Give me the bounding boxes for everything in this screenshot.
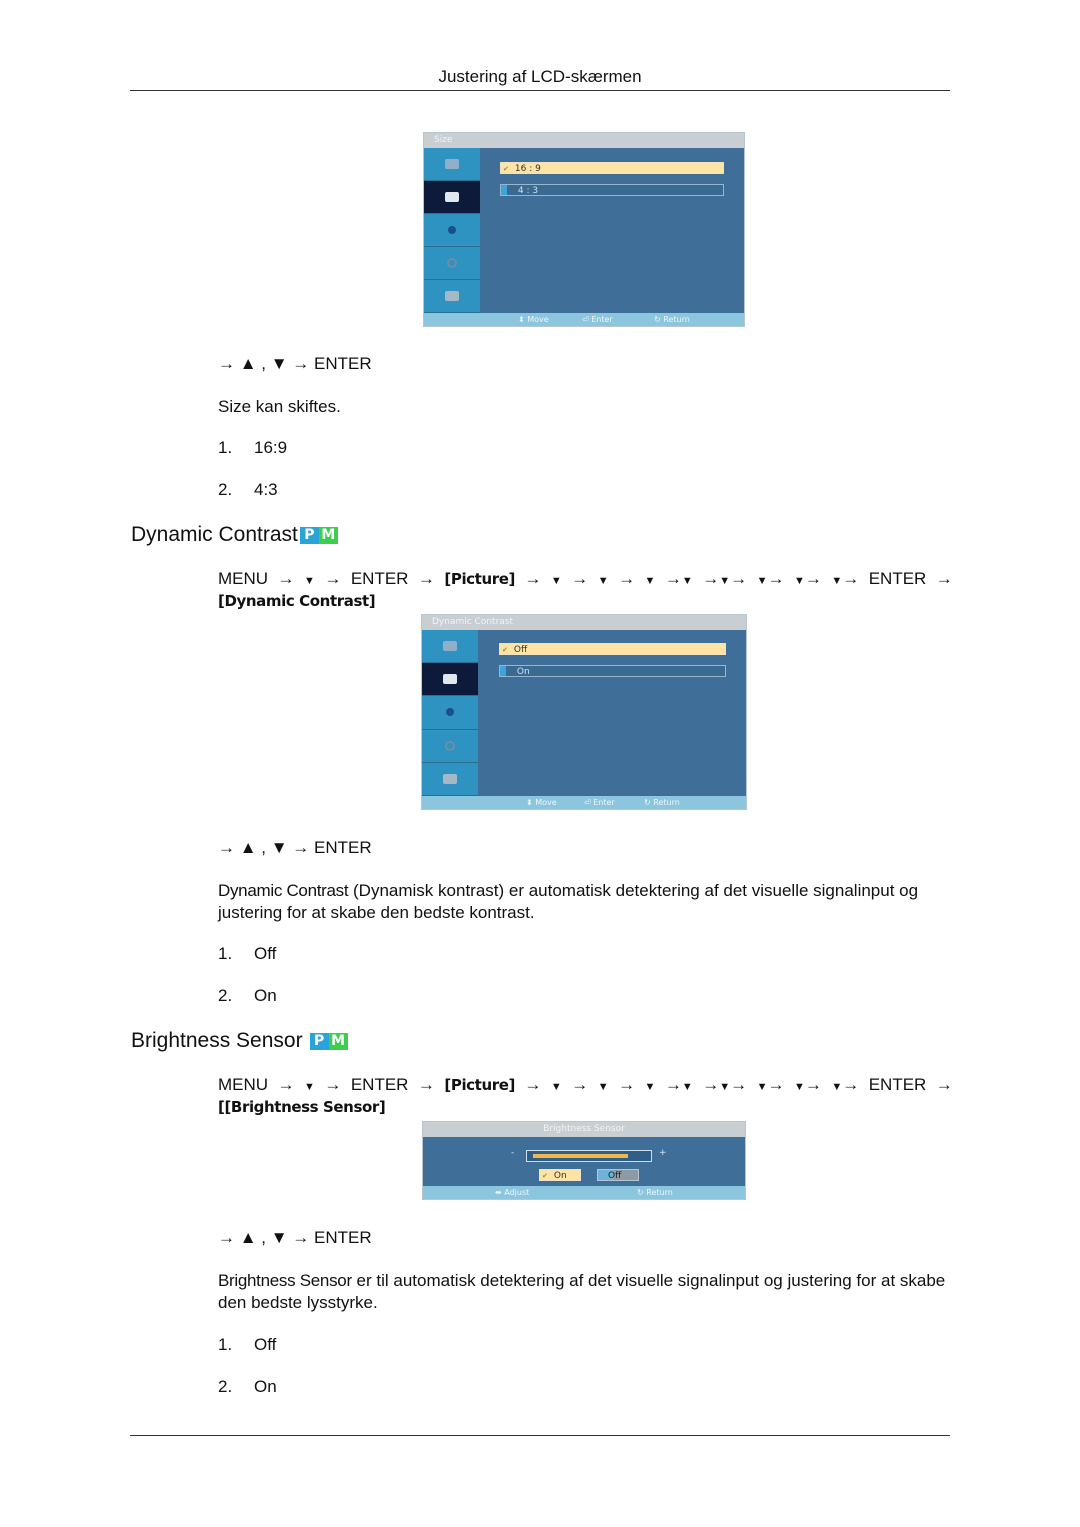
osd-option-16-9: ✔ 16 : 9: [500, 162, 724, 174]
input-icon: [422, 630, 478, 664]
size-nav-instruction: → ▲ , ▼ → ENTER: [218, 354, 372, 373]
osd-option-4-3: 4 : 3: [500, 184, 724, 196]
brightness-sensor-description: Brightness Sensor er til automatisk dete…: [218, 1271, 946, 1312]
osd-footer: ⬍ Move ⏎ Enter ↻ Return: [424, 313, 744, 326]
osd-footer: ⬌ Adjust ↻ Return: [423, 1186, 745, 1199]
osd-footer-move: ⬍ Move: [526, 798, 557, 807]
dynamic-contrast-description: Dynamic Contrast (Dynamisk kontrast) er …: [218, 881, 919, 922]
dynamic-contrast-heading: Dynamic Contrast PM: [131, 523, 338, 547]
osd-footer: ⬍ Move ⏎ Enter ↻ Return: [422, 796, 746, 809]
picture-icon: [422, 663, 478, 697]
size-osd-screenshot: Size ✔ 16 : 9 4 : 3 ⬍ Move ⏎ Enter ↻ Ret…: [423, 132, 745, 327]
size-list-item: 1. 16:9: [218, 438, 288, 457]
pm-mode-badge: PM: [309, 1032, 348, 1050]
input-icon: [424, 148, 480, 181]
brightness-level-bar: [526, 1150, 652, 1162]
osd-footer-return: ↻ Return: [644, 798, 680, 807]
setup-icon: [424, 247, 480, 280]
osd-footer-enter: ⏎ Enter: [584, 798, 615, 807]
dynamic-contrast-osd-screenshot: Dynamic Contrast ✔ Off On ⬍ Move ⏎ Enter…: [421, 614, 747, 810]
osd-footer-enter: ⏎ Enter: [582, 315, 613, 324]
brightness-sensor-list-item: 2. On: [218, 1377, 277, 1396]
osd-sidebar: [424, 148, 480, 313]
sound-icon: [422, 696, 478, 730]
dynamic-contrast-list-item: 1. Off: [218, 944, 277, 963]
osd-option-off: ✔ Off: [499, 643, 726, 655]
setup-icon: [422, 730, 478, 763]
brightness-sensor-list-item: 1. Off: [218, 1335, 277, 1354]
osd-title: Size: [424, 133, 744, 148]
picture-icon: [424, 181, 480, 214]
brightness-sensor-heading: Brightness Sensor PM: [131, 1029, 348, 1053]
osd-minus-label: -: [511, 1148, 515, 1158]
brightness-sensor-menu-path: MENU → ▼ → ENTER → [Picture] → ▼ → ▼ → ▼…: [218, 1075, 953, 1116]
dynamic-contrast-nav-instruction: → ▲ , ▼ → ENTER: [218, 838, 372, 857]
size-description: Size kan skiftes.: [218, 397, 341, 416]
osd-option-on: On: [499, 665, 726, 677]
osd-title: Dynamic Contrast: [422, 615, 746, 630]
brightness-sensor-nav-instruction: → ▲ , ▼ → ENTER: [218, 1228, 372, 1247]
dynamic-contrast-list-item: 2. On: [218, 986, 277, 1005]
osd-footer-return: ↻ Return: [637, 1188, 673, 1197]
osd-title: Brightness Sensor: [423, 1122, 745, 1137]
osd-button-on: ✔ On: [539, 1169, 581, 1181]
size-list-item: 2. 4:3: [218, 480, 278, 499]
osd-footer-return: ↻ Return: [654, 315, 690, 324]
header-divider: [130, 90, 950, 91]
check-icon: ✔: [503, 165, 509, 173]
brightness-level-fill: [533, 1154, 628, 1158]
page-header-title: Justering af LCD-skærmen: [438, 67, 642, 86]
osd-sidebar: [422, 630, 478, 796]
brightness-sensor-osd-screenshot: Brightness Sensor - + ✔ On Off ⬌ Adjust …: [422, 1121, 746, 1200]
dynamic-contrast-menu-path: MENU → ▼ → ENTER → [Picture] → ▼ → ▼ → ▼…: [218, 569, 953, 610]
osd-footer-adjust: ⬌ Adjust: [495, 1188, 530, 1197]
osd-button-off: Off: [597, 1169, 639, 1181]
osd-plus-label: +: [659, 1148, 667, 1158]
multi-control-icon: [422, 763, 478, 796]
pm-mode-badge: PM: [299, 526, 338, 544]
multi-control-icon: [424, 280, 480, 313]
sound-icon: [424, 214, 480, 247]
footer-divider: [130, 1435, 950, 1436]
check-icon: ✔: [502, 646, 508, 654]
check-icon: ✔: [542, 1172, 548, 1180]
osd-footer-move: ⬍ Move: [518, 315, 549, 324]
